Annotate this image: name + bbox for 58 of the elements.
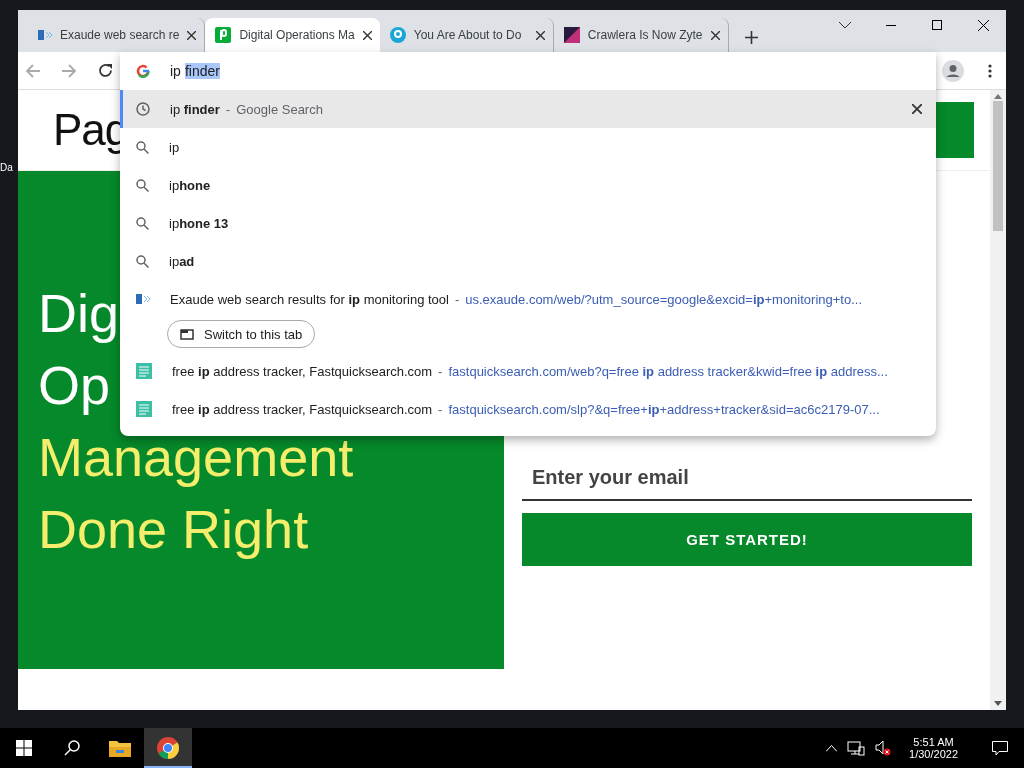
search-icon <box>136 254 149 268</box>
remove-icon[interactable] <box>912 104 922 114</box>
search-icon <box>136 140 149 154</box>
crawl-icon <box>563 27 580 43</box>
exaude-icon <box>38 29 52 41</box>
network-icon[interactable] <box>847 740 866 756</box>
hero-heading: Management <box>38 426 354 489</box>
windows-icon[interactable] <box>16 740 32 756</box>
exaude-icon <box>136 293 150 305</box>
chevron-up-icon[interactable] <box>826 744 838 752</box>
suggestion-row[interactable]: ipad <box>120 242 936 280</box>
suggestion-row[interactable]: iphone 13 <box>120 204 936 242</box>
scroll-down-icon[interactable] <box>994 701 1002 706</box>
hero-heading: Op <box>38 354 111 417</box>
get-started-button[interactable]: GET STARTED! <box>522 513 972 566</box>
reload-icon[interactable] <box>98 63 113 78</box>
profile-icon[interactable] <box>942 59 964 82</box>
search-icon <box>136 216 149 230</box>
clock[interactable]: 5:51 AM 1/30/2022 <box>901 736 966 760</box>
folder-icon[interactable] <box>109 739 131 757</box>
chrome-icon[interactable] <box>157 737 179 759</box>
maximize-icon[interactable] <box>932 20 942 30</box>
document-icon <box>136 363 152 379</box>
document-icon <box>136 401 152 417</box>
close-icon[interactable] <box>187 30 197 40</box>
google-icon <box>136 64 150 78</box>
desktop-icon-label[interactable]: Da <box>0 162 18 173</box>
chevron-down-icon[interactable] <box>839 21 851 29</box>
menu-icon[interactable] <box>988 63 992 78</box>
minimize-icon[interactable] <box>886 24 896 26</box>
plus-icon[interactable] <box>745 30 758 44</box>
close-icon[interactable] <box>535 30 545 40</box>
hero-heading: Dig <box>38 282 120 345</box>
switch-tab-button[interactable]: Switch to this tab <box>167 320 316 348</box>
selected-text: finder <box>184 63 220 79</box>
pager-icon <box>215 27 232 43</box>
scroll-up-icon[interactable] <box>994 94 1002 99</box>
close-icon[interactable] <box>362 30 372 40</box>
circle-logo-icon <box>389 27 406 43</box>
close-icon[interactable] <box>977 19 989 31</box>
address-field[interactable]: ip finder <box>120 52 936 90</box>
browser-tab[interactable]: Digital Operations Ma <box>205 18 380 52</box>
notification-icon[interactable] <box>992 740 1008 756</box>
suggestion-row[interactable]: free ip address tracker, Fastquicksearch.com - fastquicksearch.com/web?q=free ip address tracker&kwid=free ip address... <box>120 352 936 390</box>
muted-speaker-icon[interactable] <box>875 740 892 756</box>
suggestion-row[interactable]: free ip address tracker, Fastquicksearch.com - fastquicksearch.com/slp?&q=free+ip+address+tracker&sid=ac6c2179-07... <box>120 390 936 428</box>
close-icon[interactable] <box>710 30 720 40</box>
search-icon[interactable] <box>64 740 80 756</box>
clock-icon <box>136 102 150 116</box>
suggestion-row[interactable]: ip <box>120 128 936 166</box>
tab-icon <box>180 328 194 340</box>
scrollbar[interactable] <box>990 90 1006 710</box>
search-icon <box>136 178 149 192</box>
hero-heading: Done Right <box>38 498 309 561</box>
suggestion-row[interactable]: iphone <box>120 166 936 204</box>
suggestion-row[interactable]: ip finder - Google Search <box>120 90 936 128</box>
scroll-thumb[interactable] <box>993 101 1003 231</box>
suggestion-row[interactable]: Exaude web search results for ip monitoring tool - us.exaude.com/web/?utm_source=google&excid=ip+monitoring+to... <box>120 280 936 318</box>
